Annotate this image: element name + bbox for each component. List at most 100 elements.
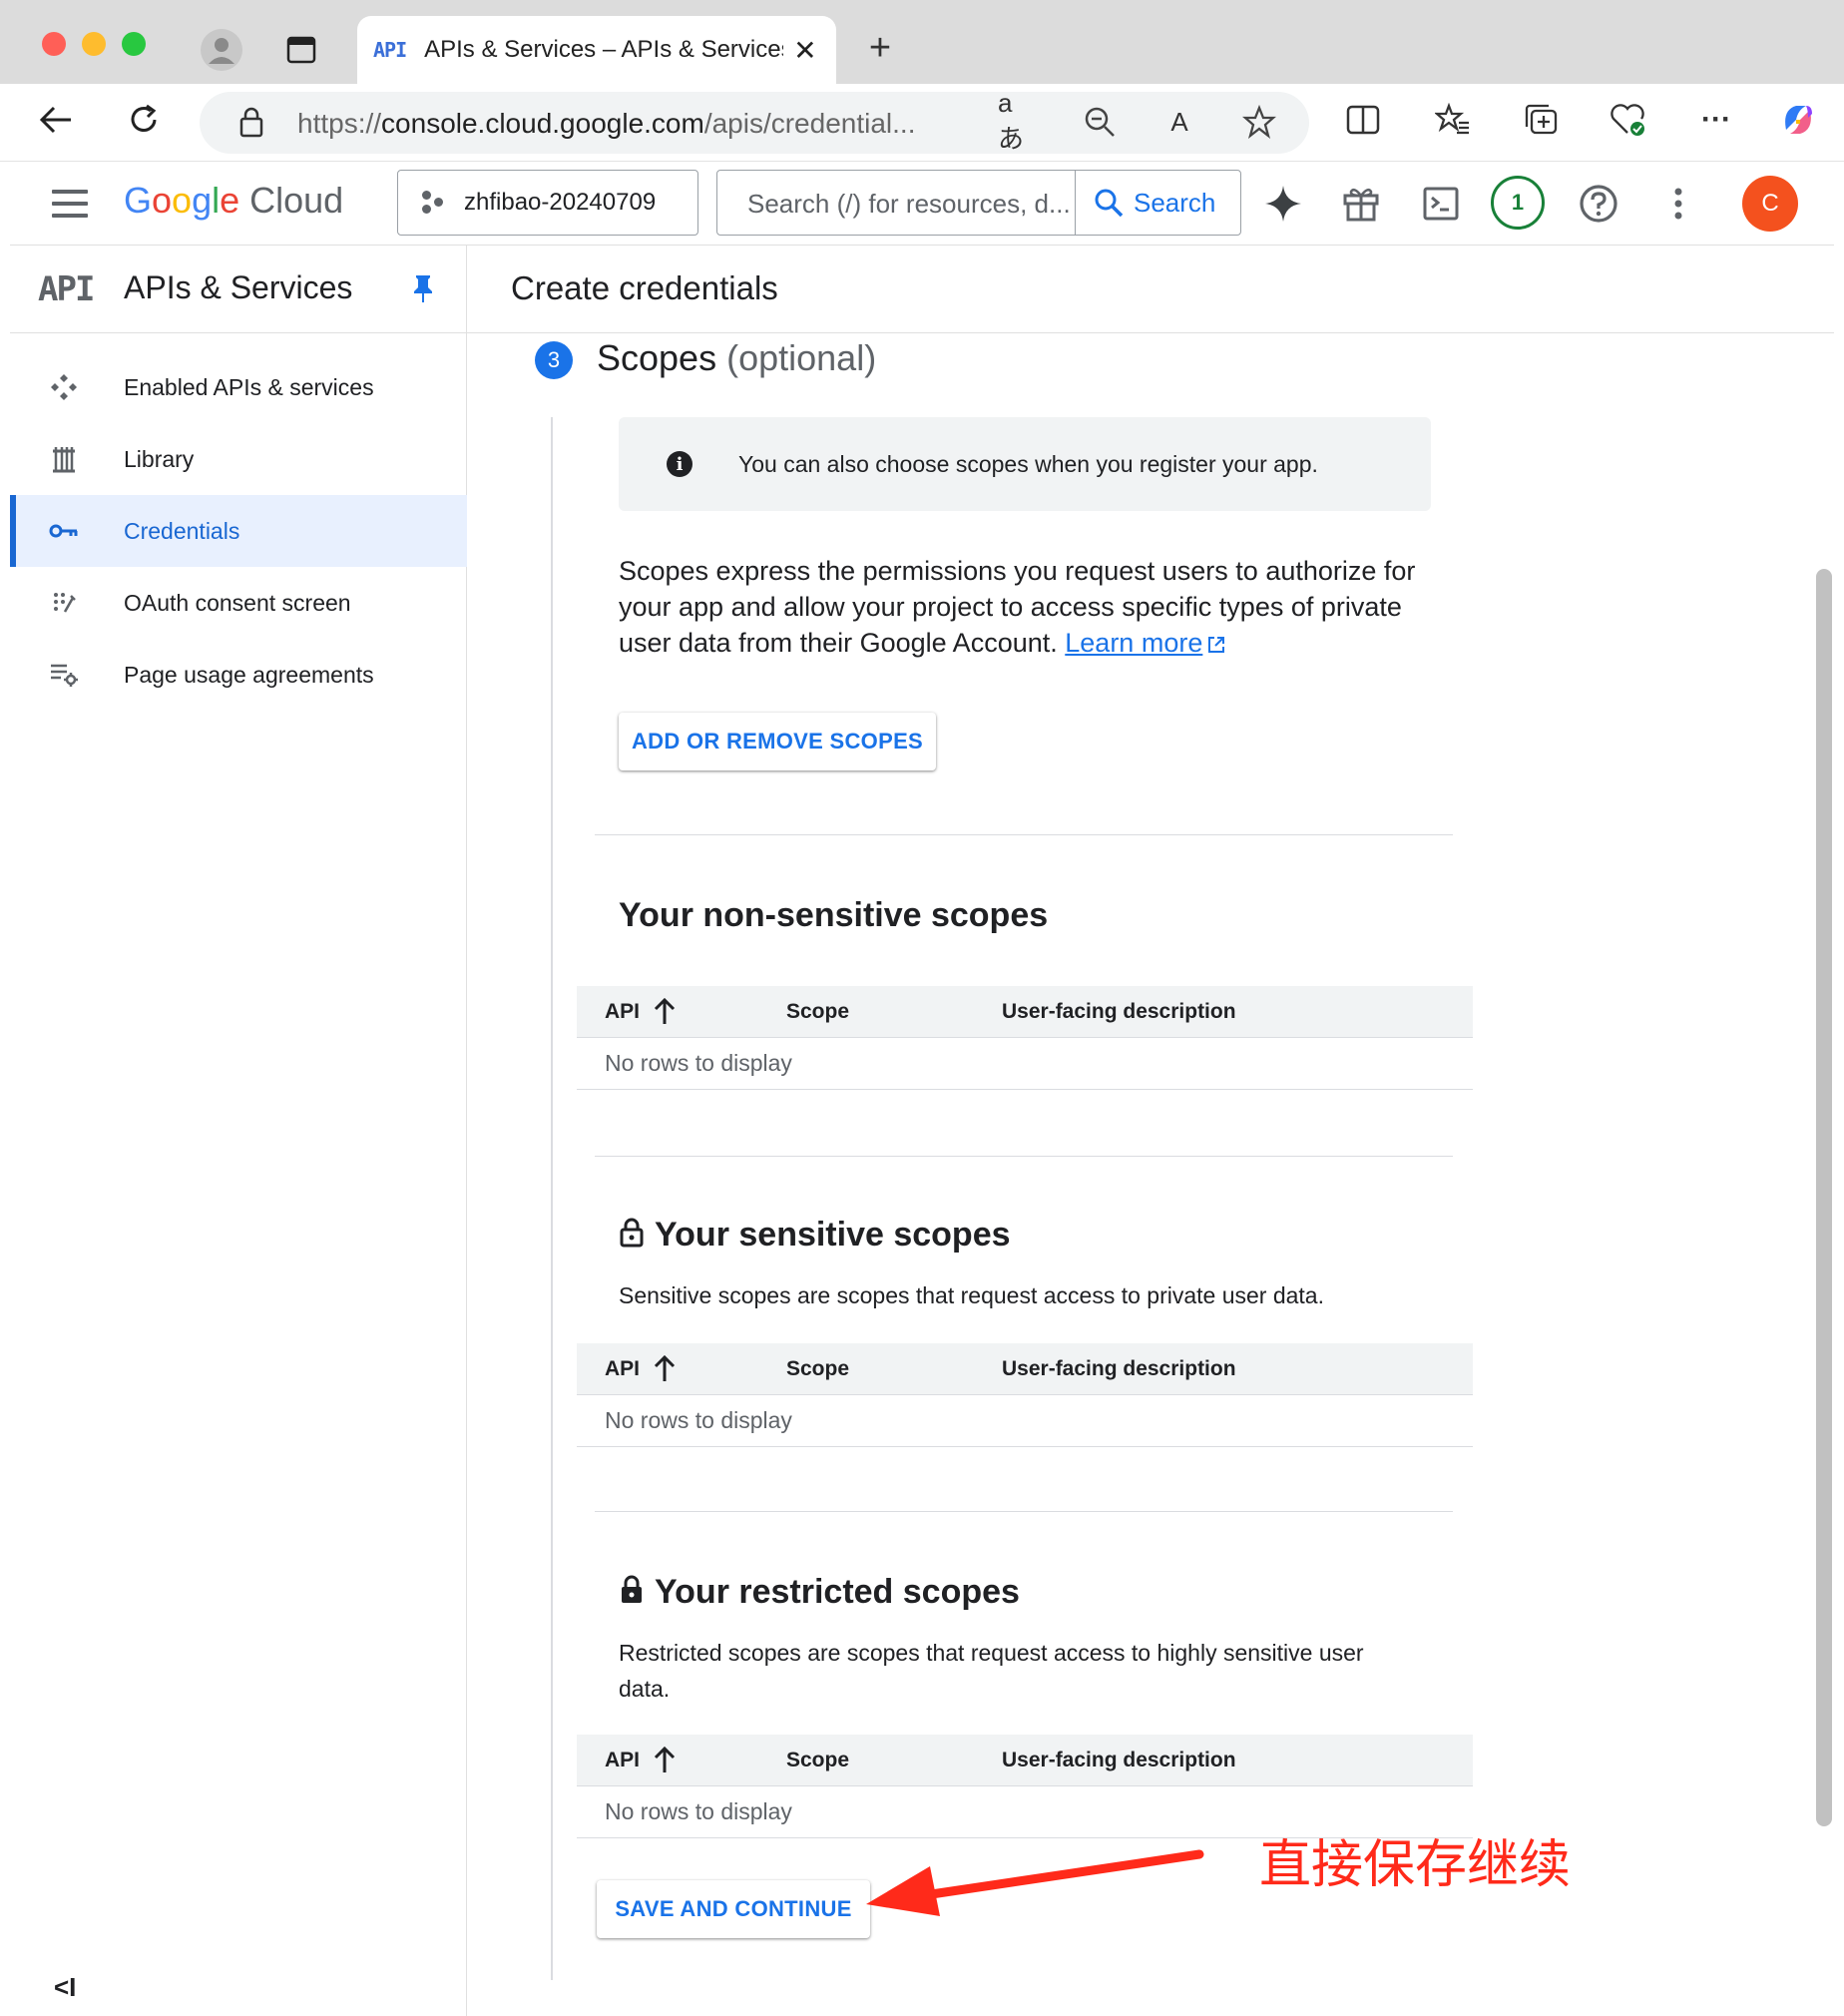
key-icon: [48, 515, 80, 547]
translate-icon[interactable]: aあ: [998, 88, 1038, 154]
api-logo-icon: API: [38, 269, 95, 309]
search-input[interactable]: Search (/) for resources, d...: [747, 189, 1077, 220]
more-options-icon[interactable]: ···: [1696, 100, 1736, 140]
gcp-header: Google Cloud zhfibao-20240709 Search (/)…: [10, 162, 1834, 246]
sidebar-item-library[interactable]: Library: [10, 423, 467, 495]
help-icon[interactable]: [1573, 178, 1624, 230]
favorites-icon[interactable]: [1433, 100, 1473, 140]
sidebar-item-enabled-apis[interactable]: Enabled APIs & services: [10, 351, 467, 423]
non-sensitive-table-header: API Scope User-facing description: [577, 986, 1473, 1038]
add-remove-scopes-button[interactable]: ADD OR REMOVE SCOPES: [619, 713, 936, 770]
collections-icon[interactable]: [1521, 100, 1561, 140]
active-tab[interactable]: API APIs & Services – APIs & Services ✕: [357, 16, 836, 84]
column-header-scope[interactable]: Scope: [786, 1749, 849, 1772]
tab-actions-icon[interactable]: [285, 34, 317, 66]
column-header-api[interactable]: API: [605, 1749, 640, 1772]
tab-title: APIs & Services – APIs & Services: [424, 36, 784, 63]
sidebar-item-label: Enabled APIs & services: [124, 373, 374, 400]
favorite-star-icon[interactable]: [1239, 102, 1279, 142]
cloud-shell-icon[interactable]: [1415, 178, 1467, 230]
browser-tab-bar: API APIs & Services – APIs & Services ✕ …: [0, 0, 1844, 84]
column-header-description[interactable]: User-facing description: [1002, 1749, 1236, 1772]
notifications-badge[interactable]: 1: [1491, 176, 1545, 230]
project-picker[interactable]: zhfibao-20240709: [397, 170, 698, 236]
oauth-icon: [48, 587, 80, 619]
save-and-continue-button[interactable]: SAVE AND CONTINUE: [597, 1880, 870, 1938]
back-button[interactable]: [36, 100, 76, 140]
annotation-text: 直接保存继续: [1259, 1835, 1572, 1895]
sidebar-title: APIs & Services: [124, 269, 353, 305]
address-bar[interactable]: https://console.cloud.google.com/apis/cr…: [200, 88, 1309, 154]
sidebar-item-label: Credentials: [124, 517, 240, 544]
info-banner: i You can also choose scopes when you re…: [619, 417, 1431, 511]
empty-table-message: No rows to display: [577, 1395, 1473, 1447]
new-tab-button[interactable]: +: [860, 27, 900, 69]
sort-arrow-up-icon[interactable]: [653, 1353, 677, 1383]
main-header: Create credentials: [467, 246, 1834, 333]
sort-arrow-up-icon[interactable]: [653, 1745, 677, 1774]
lock-icon: [239, 107, 263, 138]
settings-list-icon: [48, 659, 80, 691]
maximize-window-button[interactable]: [122, 32, 146, 56]
more-vert-icon[interactable]: [1652, 178, 1704, 230]
sidebar-item-oauth-consent[interactable]: OAuth consent screen: [10, 567, 467, 639]
sidebar-item-label: OAuth consent screen: [124, 589, 351, 616]
search-icon: [1095, 189, 1124, 218]
step-title: Scopes (optional): [597, 337, 877, 378]
column-header-scope[interactable]: Scope: [786, 1000, 849, 1024]
apps-icon: [48, 371, 80, 403]
step-connector-line: [551, 417, 553, 1980]
lock-open-icon: [620, 1218, 644, 1248]
external-link-icon: [1208, 636, 1225, 653]
scrollbar[interactable]: [1816, 569, 1832, 1826]
zoom-icon[interactable]: [1080, 102, 1120, 142]
sidebar-item-credentials[interactable]: Credentials: [10, 495, 467, 567]
sensitive-table-header: API Scope User-facing description: [577, 1343, 1473, 1395]
google-cloud-logo[interactable]: Google Cloud: [124, 180, 343, 222]
collapse-sidebar-button[interactable]: <I: [54, 1972, 76, 2003]
column-header-description[interactable]: User-facing description: [1002, 1000, 1236, 1024]
section-divider: [595, 1156, 1453, 1157]
restricted-scopes-subtitle: Restricted scopes are scopes that reques…: [619, 1640, 1364, 1702]
close-window-button[interactable]: [42, 32, 66, 56]
tab-close-button[interactable]: ✕: [793, 34, 816, 67]
search-button-label: Search: [1134, 187, 1216, 218]
read-aloud-icon[interactable]: A: [1159, 102, 1199, 142]
browser-essentials-icon[interactable]: [1609, 100, 1648, 140]
profile-icon[interactable]: [198, 26, 245, 74]
account-avatar[interactable]: C: [1742, 176, 1798, 232]
copilot-icon[interactable]: [1778, 100, 1818, 140]
search-box: Search (/) for resources, d... Search: [716, 170, 1241, 236]
tab-favicon: API: [373, 38, 407, 62]
sort-arrow-up-icon[interactable]: [653, 996, 677, 1026]
menu-icon[interactable]: [52, 190, 88, 218]
column-header-api[interactable]: API: [605, 1000, 640, 1024]
url-text: https://console.cloud.google.com/apis/cr…: [297, 108, 916, 139]
column-header-description[interactable]: User-facing description: [1002, 1357, 1236, 1381]
browser-nav-bar: https://console.cloud.google.com/apis/cr…: [0, 84, 1844, 162]
minimize-window-button[interactable]: [82, 32, 106, 56]
sensitive-scopes-subtitle: Sensitive scopes are scopes that request…: [619, 1282, 1324, 1308]
step-number-badge: 3: [535, 341, 573, 379]
column-header-scope[interactable]: Scope: [786, 1357, 849, 1381]
gemini-sparkle-icon[interactable]: [1257, 178, 1309, 230]
search-button[interactable]: Search: [1075, 171, 1240, 235]
empty-table-message: No rows to display: [577, 1038, 1473, 1090]
split-screen-icon[interactable]: [1343, 100, 1383, 140]
pin-icon[interactable]: [411, 273, 435, 303]
non-sensitive-scopes-title: Your non-sensitive scopes: [619, 896, 1049, 934]
learn-more-link[interactable]: Learn more: [1065, 628, 1202, 658]
section-divider: [595, 1511, 1453, 1512]
info-icon: i: [667, 451, 692, 477]
gift-icon[interactable]: [1335, 178, 1387, 230]
page-title: Create credentials: [511, 269, 778, 306]
sidebar-header: API APIs & Services: [10, 246, 467, 333]
sidebar-item-label: Library: [124, 445, 195, 472]
reload-button[interactable]: [124, 100, 164, 140]
column-header-api[interactable]: API: [605, 1357, 640, 1381]
info-banner-text: You can also choose scopes when you regi…: [738, 451, 1318, 477]
annotation-arrow: [866, 1849, 1204, 1916]
restricted-table-header: API Scope User-facing description: [577, 1735, 1473, 1786]
restricted-scopes-title: Your restricted scopes: [619, 1573, 1020, 1612]
sidebar-item-page-usage[interactable]: Page usage agreements: [10, 639, 467, 711]
